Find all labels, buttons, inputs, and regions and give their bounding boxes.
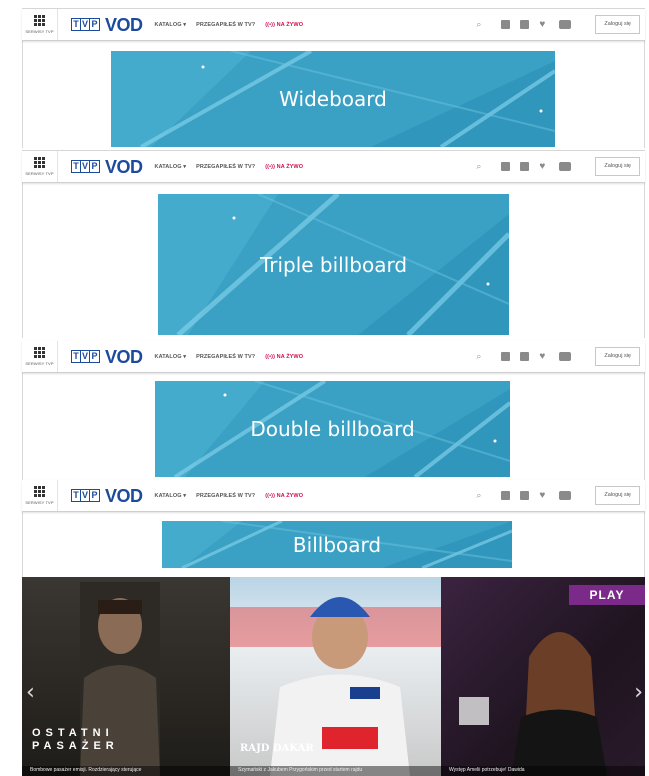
slide-title: RAJD DAKAR bbox=[240, 743, 314, 754]
nav-na-zywo[interactable]: ((•)) NA ŻYWO bbox=[265, 22, 303, 28]
top-navbar: SERWISY TVP TVP VOD KATALOG ▾ PRZEGAPIŁE… bbox=[22, 151, 645, 183]
services-label: SERWISY TVP bbox=[25, 500, 54, 505]
instagram-icon[interactable] bbox=[520, 352, 530, 361]
top-navbar: SERWISY TVP TVP VOD KATALOG ▾ PRZEGAPIŁE… bbox=[22, 341, 645, 373]
nav-na-zywo[interactable]: ((•)) NA ŻYWO bbox=[265, 354, 303, 360]
nav-katalog[interactable]: KATALOG ▾ bbox=[155, 22, 187, 28]
nav-przegapiles[interactable]: PRZEGAPIŁEŚ W TV? bbox=[196, 22, 255, 28]
services-menu-button[interactable]: SERWISY TVP bbox=[22, 341, 58, 372]
services-menu-button[interactable]: SERWISY TVP bbox=[22, 9, 58, 40]
banner-label: Double billboard bbox=[250, 417, 415, 441]
services-label: SERWISY TVP bbox=[25, 361, 54, 366]
facebook-icon[interactable] bbox=[501, 20, 511, 29]
banner-label: Billboard bbox=[292, 532, 382, 557]
nav-przegapiles[interactable]: PRZEGAPIŁEŚ W TV? bbox=[196, 354, 255, 360]
tvp-vod-logo[interactable]: TVP VOD bbox=[71, 16, 143, 34]
twitter-icon[interactable]: ♥ bbox=[539, 162, 549, 172]
play-logo: PLAY bbox=[569, 585, 645, 605]
facebook-icon[interactable] bbox=[501, 491, 511, 500]
youtube-icon[interactable] bbox=[559, 352, 572, 361]
grid-icon bbox=[34, 157, 45, 168]
top-navbar: SERWISY TVP TVP VOD KATALOG ▾ PRZEGAPIŁE… bbox=[22, 9, 645, 41]
hero-carousel: OSTATNI PASAŻER Bombowe pasażer emisji. … bbox=[22, 577, 645, 776]
login-button[interactable]: Zaloguj się bbox=[595, 347, 640, 366]
double-billboard-banner[interactable]: Double billboard bbox=[155, 381, 510, 477]
nav-na-zywo[interactable]: ((•)) NA ŻYWO bbox=[265, 493, 303, 499]
services-menu-button[interactable]: SERWISY TVP bbox=[22, 480, 58, 511]
hero-slide[interactable]: PLAY Występ Amelii potrzebuje! Dawida › bbox=[441, 577, 645, 776]
prev-arrow-icon[interactable]: ‹ bbox=[26, 682, 35, 704]
slide-title: OSTATNI PASAŻER bbox=[32, 727, 119, 752]
nav-katalog[interactable]: KATALOG ▾ bbox=[155, 493, 187, 499]
top-navbar: SERWISY TVP TVP VOD KATALOG ▾ PRZEGAPIŁE… bbox=[22, 480, 645, 512]
twitter-icon[interactable]: ♥ bbox=[539, 352, 549, 362]
nav-na-zywo[interactable]: ((•)) NA ŻYWO bbox=[265, 164, 303, 170]
search-icon[interactable]: ⌕ bbox=[476, 19, 481, 30]
wideboard-banner[interactable]: Wideboard bbox=[111, 51, 555, 147]
services-label: SERWISY TVP bbox=[25, 171, 54, 176]
facebook-icon[interactable] bbox=[501, 162, 511, 171]
grid-icon bbox=[34, 15, 45, 26]
search-icon[interactable]: ⌕ bbox=[476, 490, 481, 501]
nav-przegapiles[interactable]: PRZEGAPIŁEŚ W TV? bbox=[196, 164, 255, 170]
instagram-icon[interactable] bbox=[520, 20, 530, 29]
singer-image bbox=[459, 632, 607, 776]
services-label: SERWISY TVP bbox=[25, 29, 54, 34]
tvp-vod-logo[interactable]: TVP VOD bbox=[71, 348, 143, 366]
billboard-banner[interactable]: Billboard bbox=[162, 521, 512, 568]
nav-katalog[interactable]: KATALOG ▾ bbox=[155, 354, 187, 360]
twitter-icon[interactable]: ♥ bbox=[539, 20, 549, 30]
login-button[interactable]: Zaloguj się bbox=[595, 486, 640, 505]
search-icon[interactable]: ⌕ bbox=[476, 161, 481, 172]
slide-caption: Szymański z Jakubem Przygońskim przed st… bbox=[230, 766, 441, 776]
hero-slide[interactable]: RAJD DAKAR Szymański z Jakubem Przygońsk… bbox=[230, 577, 441, 776]
twitter-icon[interactable]: ♥ bbox=[539, 491, 549, 501]
nav-przegapiles[interactable]: PRZEGAPIŁEŚ W TV? bbox=[196, 493, 255, 499]
login-button[interactable]: Zaloguj się bbox=[595, 15, 640, 34]
banner-label: Triple billboard bbox=[259, 252, 408, 277]
grid-icon bbox=[34, 486, 45, 497]
tvp-vod-logo[interactable]: TVP VOD bbox=[71, 158, 143, 176]
next-arrow-icon[interactable]: › bbox=[634, 682, 643, 704]
login-button[interactable]: Zaloguj się bbox=[595, 157, 640, 176]
facebook-icon[interactable] bbox=[501, 352, 511, 361]
slide-caption: Bombowe pasażer emisji. Rozdzierający st… bbox=[22, 766, 230, 776]
triple-billboard-banner[interactable]: Triple billboard bbox=[158, 194, 509, 335]
youtube-icon[interactable] bbox=[559, 20, 572, 29]
instagram-icon[interactable] bbox=[520, 162, 530, 171]
grid-icon bbox=[34, 347, 45, 358]
services-menu-button[interactable]: SERWISY TVP bbox=[22, 151, 58, 182]
slide-caption: Występ Amelii potrzebuje! Dawida bbox=[441, 766, 645, 776]
youtube-icon[interactable] bbox=[559, 491, 572, 500]
banner-label: Wideboard bbox=[279, 87, 387, 111]
instagram-icon[interactable] bbox=[520, 491, 530, 500]
search-icon[interactable]: ⌕ bbox=[476, 351, 481, 362]
nav-katalog[interactable]: KATALOG ▾ bbox=[155, 164, 187, 170]
hero-slide[interactable]: OSTATNI PASAŻER Bombowe pasażer emisji. … bbox=[22, 577, 230, 776]
youtube-icon[interactable] bbox=[559, 162, 572, 171]
tvp-vod-logo[interactable]: TVP VOD bbox=[71, 487, 143, 505]
